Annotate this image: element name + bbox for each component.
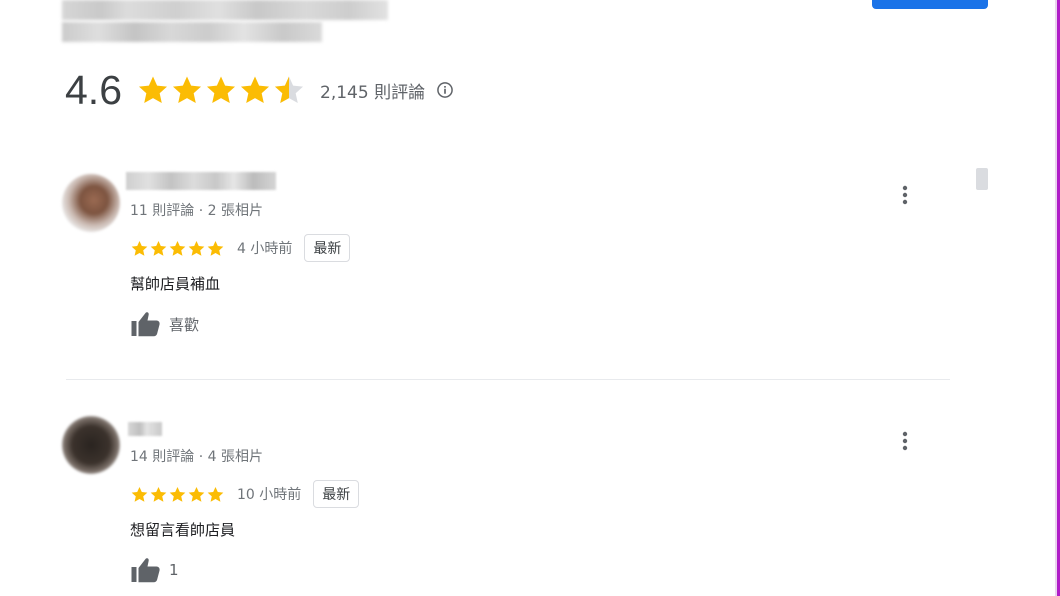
star-icon bbox=[207, 240, 224, 256]
more-options-icon[interactable] bbox=[902, 431, 908, 451]
star-icon bbox=[169, 240, 186, 256]
reviewer-avatar[interactable] bbox=[62, 174, 120, 232]
like-button[interactable]: 1 bbox=[130, 556, 179, 584]
star-icon bbox=[172, 76, 202, 104]
review-rating-row: 10 小時前 最新 bbox=[130, 480, 360, 508]
reviewer-stats: 14 則評論 · 4 張相片 bbox=[130, 449, 263, 465]
rating-summary: 4.6 2,145 則評論 bbox=[65, 66, 455, 114]
review-time: 10 小時前 bbox=[237, 487, 302, 503]
star-icon bbox=[207, 486, 224, 502]
place-name-blurred bbox=[62, 0, 388, 20]
more-options-icon[interactable] bbox=[902, 185, 908, 205]
thumbs-up-icon[interactable] bbox=[130, 310, 161, 338]
review-count[interactable]: 2,145 則評論 bbox=[320, 78, 425, 103]
star-icon bbox=[150, 240, 167, 256]
reviewer-name-blurred[interactable] bbox=[128, 422, 162, 436]
star-icon bbox=[138, 76, 168, 104]
star-icon bbox=[240, 76, 270, 104]
info-icon[interactable] bbox=[435, 80, 455, 100]
star-half-icon bbox=[274, 76, 304, 104]
newest-badge: 最新 bbox=[304, 234, 351, 262]
star-icon bbox=[188, 486, 205, 502]
star-icon bbox=[188, 240, 205, 256]
star-icon bbox=[206, 76, 236, 104]
star-icon bbox=[169, 486, 186, 502]
reviewer-name-blurred[interactable] bbox=[126, 172, 276, 190]
place-address-blurred bbox=[62, 22, 322, 42]
average-rating: 4.6 bbox=[65, 66, 122, 113]
like-button[interactable]: 喜歡 bbox=[130, 310, 199, 338]
write-review-button[interactable] bbox=[872, 0, 988, 9]
star-icon bbox=[131, 486, 148, 502]
star-icon bbox=[131, 240, 148, 256]
like-count: 1 bbox=[169, 561, 179, 579]
review-rating-row: 4 小時前 最新 bbox=[130, 234, 351, 262]
newest-badge: 最新 bbox=[313, 480, 360, 508]
review-time: 4 小時前 bbox=[237, 241, 293, 257]
review-text: 想留言看帥店員 bbox=[130, 521, 236, 539]
reviewer-avatar[interactable] bbox=[62, 416, 120, 474]
reviewer-stats: 11 則評論 · 2 張相片 bbox=[130, 203, 263, 219]
review-card: 11 則評論 · 2 張相片 4 小時前 最新 幫帥店員補血 喜歡 bbox=[62, 172, 952, 352]
scrollbar-thumb[interactable] bbox=[976, 168, 988, 190]
review-text: 幫帥店員補血 bbox=[130, 275, 221, 293]
review-card: 14 則評論 · 4 張相片 10 小時前 最新 想留言看帥店員 1 bbox=[62, 416, 952, 596]
like-label: 喜歡 bbox=[169, 315, 200, 334]
thumbs-up-icon[interactable] bbox=[130, 556, 161, 584]
star-icon bbox=[150, 486, 167, 502]
review-divider bbox=[66, 379, 950, 380]
rating-stars bbox=[136, 73, 306, 107]
